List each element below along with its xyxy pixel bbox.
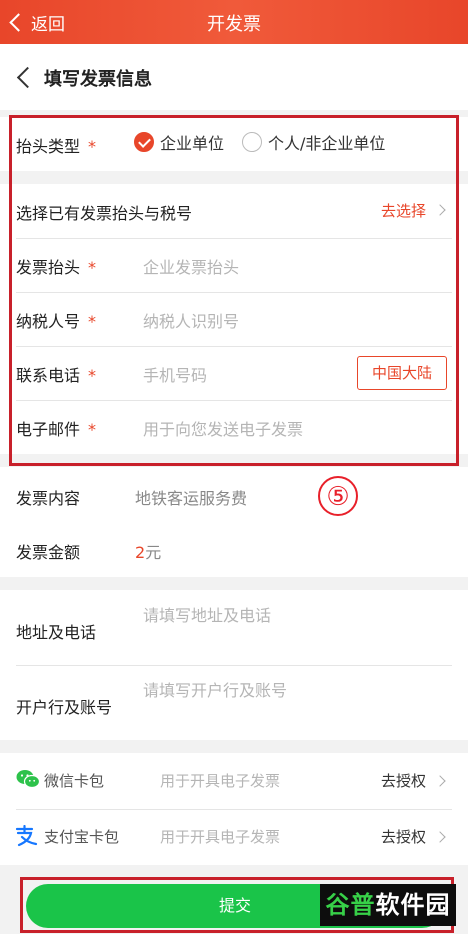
invoice-title-input[interactable]: 企业发票抬头 [143,254,239,278]
unchecked-radio-icon [242,132,262,152]
chevron-right-icon [434,775,446,787]
radio-company[interactable]: 企业单位 [134,130,224,154]
wechat-wallet-row[interactable]: 微信卡包 用于开具电子发票 去授权 [0,753,468,809]
radio-personal[interactable]: 个人/非企业单位 [242,130,385,154]
invoice-content-label: 发票内容 [16,489,81,508]
invoice-form-card: 选择已有发票抬头与税号 去选择 发票抬头 * 企业发票抬头 纳税人号 * 纳税人识别… [0,184,468,454]
invoice-content-value: 地铁客运服务费 [135,489,248,508]
address-label: 地址及电话 [16,623,97,642]
invoice-content-row: 发票内容 地铁客运服务费 [0,469,468,523]
email-label: 电子邮件 * [16,420,97,439]
step-marker: ⑤ [318,476,358,516]
chevron-left-icon[interactable] [16,66,39,89]
form-title: 填写发票信息 [44,69,152,90]
invoice-amount-label: 发票金额 [16,543,81,562]
alipay-wallet-row[interactable]: 支付宝卡包 用于开具电子发票 去授权 [0,809,468,865]
phone-row: 联系电话 * 手机号码 中国大陆 [0,346,468,400]
invoice-title-row: 发票抬头 * 企业发票抬头 [0,238,468,292]
invoice-amount-row: 发票金额 2元 [0,523,468,577]
tax-id-row: 纳税人号 * 纳税人识别号 [0,292,468,346]
email-input[interactable]: 用于向您发送电子发票 [143,416,303,440]
required-mark: * [88,420,97,439]
page-title: 开发票 [207,14,261,35]
email-row: 电子邮件 * 用于向您发送电子发票 [0,400,468,454]
sub-header: 填写发票信息 [0,44,468,110]
extra-info-card: 地址及电话 请填写地址及电话 开户行及账号 请填写开户行及账号 [0,590,468,740]
alipay-icon [15,825,38,847]
wechat-wallet-label: 微信卡包 [44,772,105,790]
phone-input[interactable]: 手机号码 [143,362,207,386]
region-button[interactable]: 中国大陆 [357,356,447,390]
header-type-card: 抬头类型 * 企业单位 个人/非企业单位 [0,117,468,171]
chevron-right-icon [434,204,446,216]
select-existing-row[interactable]: 选择已有发票抬头与税号 去选择 [0,184,468,238]
wechat-icon [16,770,40,789]
alipay-wallet-label: 支付宝卡包 [44,828,120,846]
wallet-card: 微信卡包 用于开具电子发票 去授权 支付宝卡包 用于开具电子发票 去授权 [0,753,468,865]
invoice-title-label: 发票抬头 * [16,258,97,277]
bank-row: 开户行及账号 请填写开户行及账号 [0,665,468,740]
address-input[interactable]: 请填写地址及电话 [143,602,271,626]
alipay-wallet-desc: 用于开具电子发票 [160,828,281,846]
checked-radio-icon [134,132,154,152]
bank-input[interactable]: 请填写开户行及账号 [143,677,287,701]
watermark-logo: 谷普软件园 [320,884,456,926]
chevron-right-icon [434,831,446,843]
tax-id-label: 纳税人号 * [16,312,97,331]
select-existing-label: 选择已有发票抬头与税号 [16,204,193,223]
go-select-link[interactable]: 去选择 [381,200,426,221]
header-type-row: 抬头类型 * 企业单位 个人/非企业单位 [0,117,468,171]
invoice-details-card: 发票内容 地铁客运服务费 发票金额 2元 [0,467,468,577]
required-mark: * [88,366,97,385]
required-mark: * [88,137,97,156]
tax-id-input[interactable]: 纳税人识别号 [143,308,239,332]
radio-company-label: 企业单位 [160,134,225,153]
invoice-amount-value: 2元 [135,543,162,562]
required-mark: * [88,258,97,277]
required-mark: * [88,312,97,331]
bank-label: 开户行及账号 [16,698,113,717]
wechat-authorize-link[interactable]: 去授权 [381,770,426,791]
phone-label: 联系电话 * [16,366,97,385]
alipay-authorize-link[interactable]: 去授权 [381,826,426,847]
radio-personal-label: 个人/非企业单位 [268,134,386,153]
address-row: 地址及电话 请填写地址及电话 [0,590,468,665]
top-navbar: 返回 开发票 [0,0,468,44]
wechat-wallet-desc: 用于开具电子发票 [160,772,281,790]
header-type-label: 抬头类型 * [16,137,97,156]
